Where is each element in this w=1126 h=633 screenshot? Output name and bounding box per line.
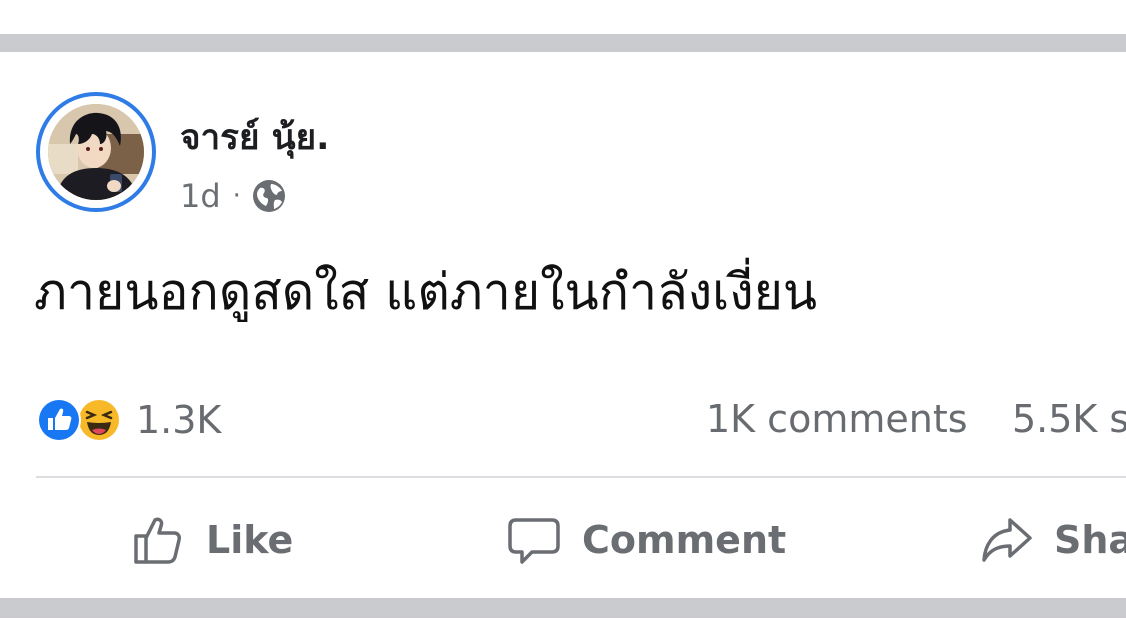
reactions-summary[interactable]: 1.3K (36, 390, 221, 450)
feed-separator-top (0, 34, 1126, 52)
author-name[interactable]: จารย์ นุ้ย. (180, 118, 329, 158)
thumbs-up-icon (134, 517, 181, 564)
author-avatar[interactable] (36, 92, 156, 212)
post-meta: 1d · (180, 176, 287, 216)
share-arrow-icon (982, 518, 1032, 562)
meta-separator: · (232, 181, 241, 211)
comment-label: Comment (582, 518, 787, 562)
share-label: Sha (1054, 518, 1126, 562)
next-post-remnant (0, 618, 1126, 633)
post-text: ภายนอกดูสดใส แต่ภายในกำลังเงี่ยน (34, 263, 818, 321)
actions-divider (36, 476, 1126, 478)
avatar-illustration (48, 104, 144, 200)
avatar-image (48, 104, 144, 200)
haha-reaction-icon (77, 398, 121, 442)
post-card: จารย์ นุ้ย. 1d · ภายนอกดูสดใส แต่ภายในกำ… (0, 52, 1126, 598)
feed-viewport: จารย์ นุ้ย. 1d · ภายนอกดูสดใส แต่ภายในกำ… (0, 0, 1126, 633)
reactions-count: 1.3K (136, 398, 222, 442)
comment-button[interactable]: Comment (506, 507, 786, 573)
like-label: Like (206, 518, 294, 562)
previous-post-remnant (0, 0, 1126, 34)
post-timestamp[interactable]: 1d (180, 177, 221, 215)
share-button[interactable]: Sha (978, 507, 1126, 573)
shares-count[interactable]: 5.5K s (1012, 396, 1126, 442)
comment-bubble-icon (508, 518, 560, 564)
comments-count[interactable]: 1K comments (706, 396, 968, 442)
like-reaction-icon (37, 398, 81, 442)
globe-icon (252, 180, 285, 212)
like-button[interactable]: Like (130, 507, 293, 573)
feed-separator-bottom (0, 598, 1126, 618)
